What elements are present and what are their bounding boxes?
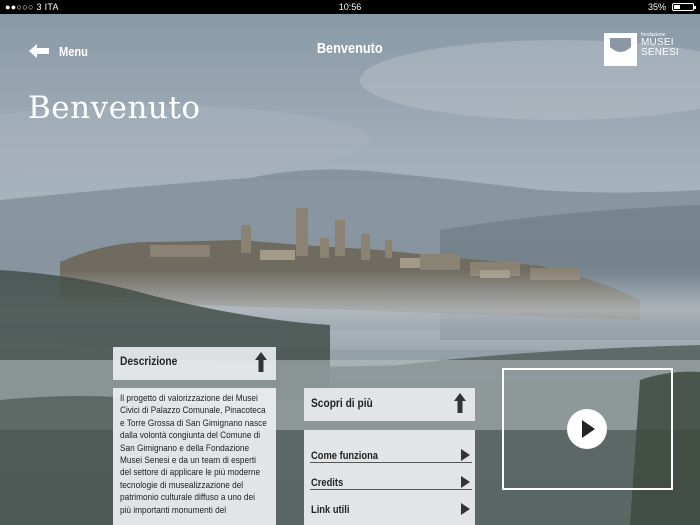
chevron-right-icon [461, 476, 470, 488]
link-link-utili[interactable]: Link utili [310, 490, 472, 517]
battery-icon [672, 3, 696, 11]
nav-title: Benvenuto [317, 40, 383, 57]
descrizione-text: Il progetto di valorizzazione dei Musei … [113, 388, 276, 525]
descrizione-header[interactable]: Descrizione [113, 347, 276, 380]
battery-percent: 35% [647, 2, 666, 12]
status-time: 10:56 [338, 2, 362, 12]
link-credits[interactable]: Credits [310, 463, 472, 490]
play-icon[interactable] [567, 409, 607, 449]
logo-mark-icon [604, 33, 637, 66]
video-thumbnail[interactable] [502, 368, 673, 490]
logo-text: fondazione MUSEI SENESI [641, 32, 679, 58]
links-list: Come funziona Credits Link utili [304, 430, 475, 525]
arrow-up-icon[interactable] [254, 351, 268, 373]
scopri-header[interactable]: Scopri di più [304, 388, 475, 421]
chevron-right-icon [461, 449, 470, 461]
arrow-up-icon[interactable] [453, 392, 467, 414]
scopri-title: Scopri di più [311, 396, 373, 410]
descrizione-title: Descrizione [120, 354, 178, 368]
page-title: Benvenuto [28, 90, 201, 126]
chevron-right-icon [461, 503, 470, 515]
fondazione-musei-senesi-logo: fondazione MUSEI SENESI [604, 33, 679, 66]
status-bar: ●●○○○ 3 ITA 10:56 35% [0, 0, 700, 14]
link-come-funziona[interactable]: Come funziona [310, 436, 472, 463]
